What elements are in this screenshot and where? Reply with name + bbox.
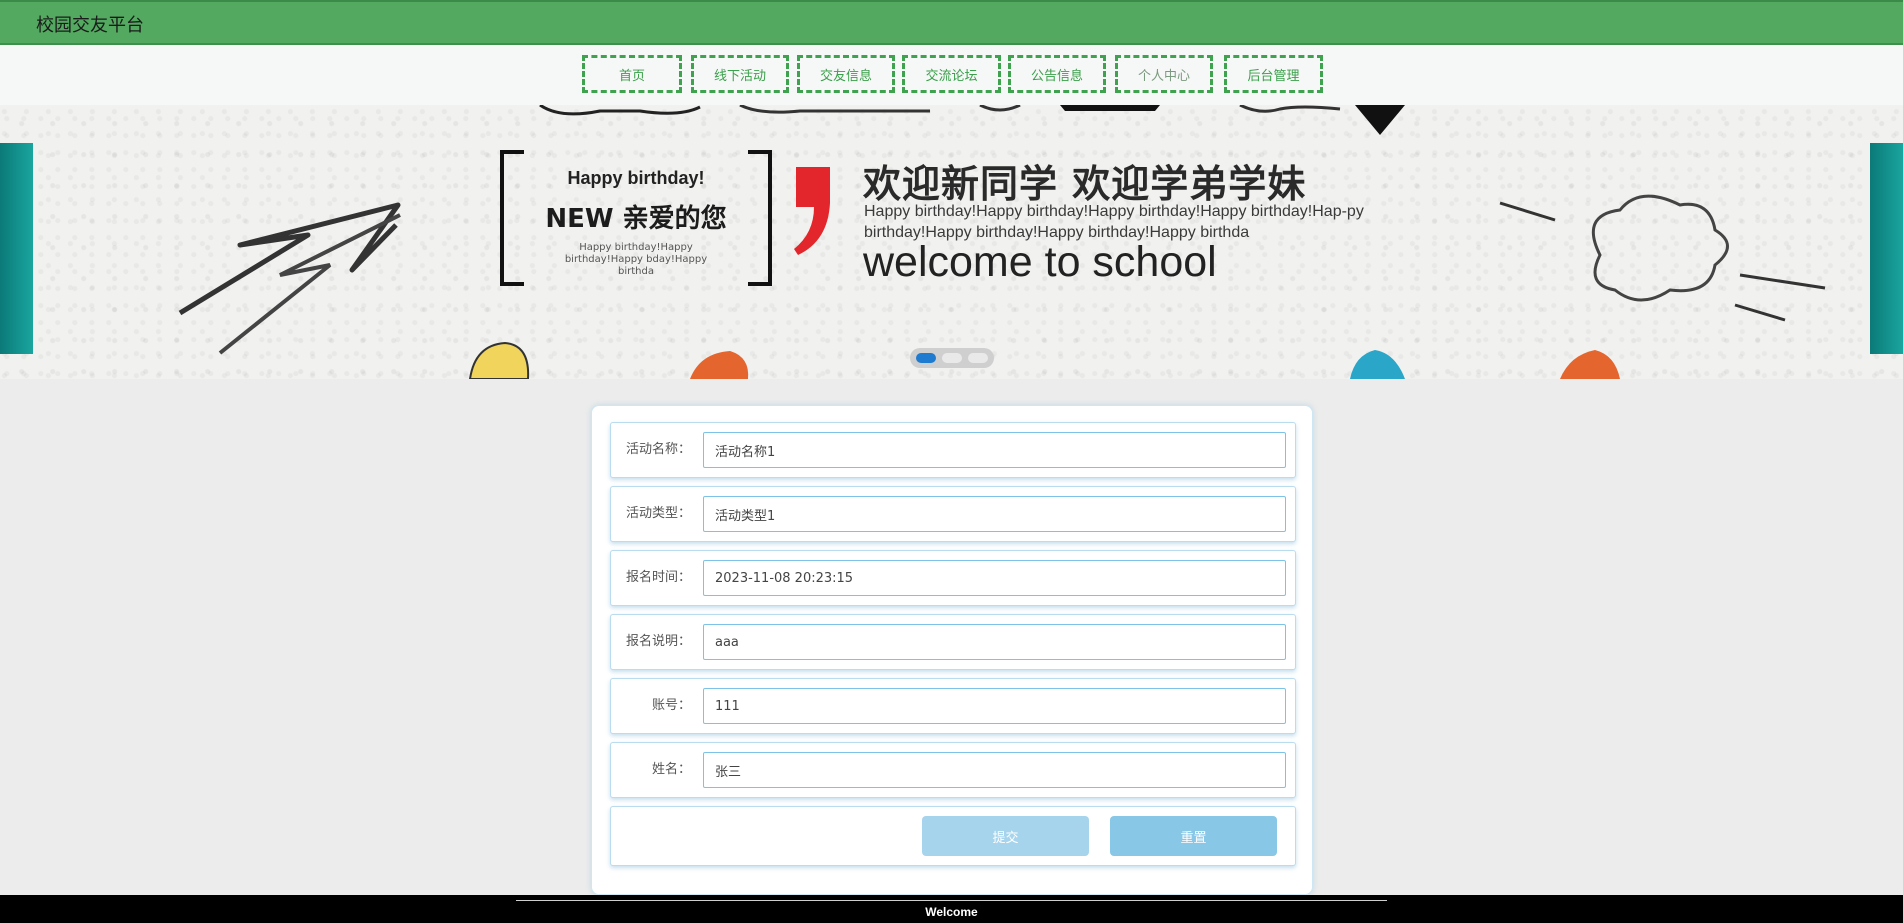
form-row-name: 姓名： — [610, 742, 1296, 798]
carousel-indicators — [910, 348, 994, 368]
site-title: 校园交友平台 — [36, 15, 144, 36]
form-row-activity-type: 活动类型： — [610, 486, 1296, 542]
account-label: 账号： — [651, 698, 691, 713]
birthday-box-headline: NEW 亲爱的您 — [545, 204, 727, 234]
nav-item-home[interactable]: 首页 — [582, 55, 682, 93]
reset-button[interactable]: 重置 — [1110, 816, 1277, 856]
welcome-english-text: welcome to school — [863, 238, 1217, 286]
form-row-activity-name: 活动名称： — [610, 422, 1296, 478]
form-row-signup-time: 报名时间： — [610, 550, 1296, 606]
activity-name-input[interactable] — [703, 432, 1286, 468]
carousel-dot-1[interactable] — [916, 353, 936, 363]
nav-item-personal-center[interactable]: 个人中心 — [1115, 55, 1213, 93]
main-nav: 首页 线下活动 交友信息 交流论坛 公告信息 个人中心 后台管理 — [0, 45, 1903, 105]
nav-item-announcements[interactable]: 公告信息 — [1008, 55, 1106, 93]
nav-item-dating-info[interactable]: 交友信息 — [797, 55, 895, 93]
carousel-dot-3[interactable] — [968, 353, 988, 363]
activity-type-label: 活动类型： — [625, 506, 691, 521]
birthday-box-small-text: Happy birthday!Happy birthday!Happy bday… — [564, 242, 708, 277]
signup-note-input[interactable] — [703, 624, 1286, 660]
form-row-signup-note: 报名说明： — [610, 614, 1296, 670]
activity-signup-form: 活动名称： 活动类型： 报名时间： 报名说明： 账号： 姓名： 提交 重置 — [591, 405, 1313, 895]
welcome-sub-text: Happy birthday!Happy birthday!Happy birt… — [864, 203, 1364, 241]
signup-note-label: 报名说明： — [625, 634, 691, 649]
banner-prev-arrow[interactable] — [0, 143, 33, 354]
form-actions: 提交 重置 — [610, 806, 1296, 866]
activity-name-label: 活动名称： — [625, 442, 691, 457]
nav-item-admin[interactable]: 后台管理 — [1224, 55, 1323, 93]
banner-next-arrow[interactable] — [1870, 143, 1903, 354]
footer-text: Welcome — [925, 905, 978, 919]
birthday-box-title: Happy birthday! — [567, 168, 705, 188]
banner-carousel[interactable]: Happy birthday! NEW 亲爱的您 Happy birthday!… — [0, 105, 1903, 379]
signup-time-label: 报名时间： — [625, 570, 691, 585]
red-comma-icon — [794, 167, 830, 255]
nav-item-forum[interactable]: 交流论坛 — [902, 55, 1001, 93]
footer: Welcome — [0, 895, 1903, 923]
account-input[interactable] — [703, 688, 1286, 724]
signup-time-input[interactable] — [703, 560, 1286, 596]
top-header: 校园交友平台 — [0, 0, 1903, 45]
submit-button[interactable]: 提交 — [922, 816, 1089, 856]
welcome-chinese-text: 欢迎新同学 欢迎学弟学妹 — [863, 162, 1307, 206]
activity-type-input[interactable] — [703, 496, 1286, 532]
form-row-account: 账号： — [610, 678, 1296, 734]
nav-item-offline-activities[interactable]: 线下活动 — [691, 55, 789, 93]
birthday-box: Happy birthday! NEW 亲爱的您 Happy birthday!… — [500, 150, 772, 286]
carousel-dot-2[interactable] — [942, 353, 962, 363]
name-label: 姓名： — [651, 762, 691, 777]
name-input[interactable] — [703, 752, 1286, 788]
footer-divider — [516, 900, 1387, 901]
